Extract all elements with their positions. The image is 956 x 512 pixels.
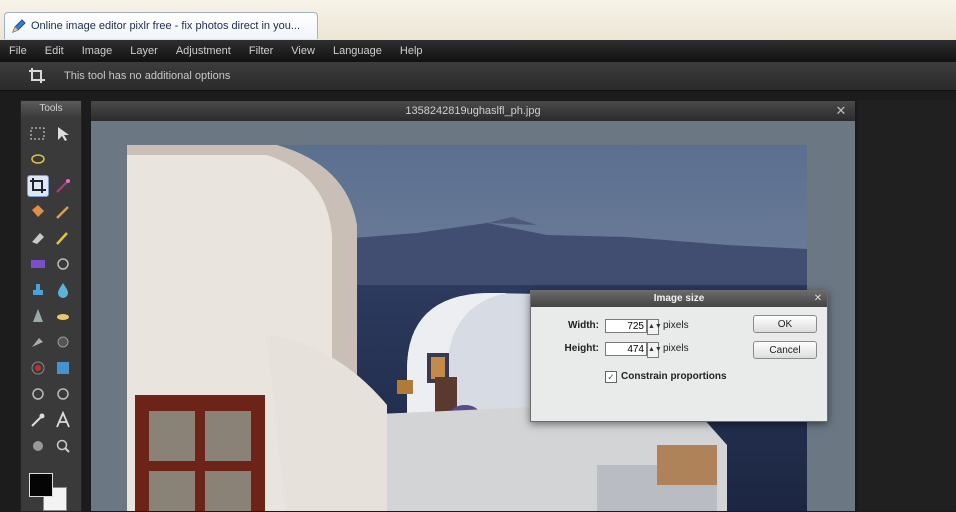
move-tool-icon[interactable] — [52, 123, 74, 145]
gradient-tool-icon[interactable] — [27, 253, 49, 275]
primary-color-swatch[interactable] — [29, 473, 53, 497]
brush-tool-icon[interactable] — [52, 201, 74, 223]
constrain-label: Constrain proportions — [621, 371, 727, 382]
ok-button[interactable]: OK — [753, 315, 817, 333]
menu-layer[interactable]: Layer — [121, 45, 167, 57]
smudge-tool-icon[interactable] — [52, 305, 74, 327]
sharpen-tool-icon[interactable] — [27, 305, 49, 327]
dodge-tool-icon[interactable] — [52, 331, 74, 353]
width-spinner[interactable]: ▲▼ — [647, 319, 662, 335]
menu-filter[interactable]: Filter — [240, 45, 282, 57]
height-label: Height: — [564, 343, 599, 354]
height-input[interactable] — [605, 342, 647, 356]
pencil-tool-icon[interactable] — [52, 227, 74, 249]
tool-options-text: This tool has no additional options — [64, 70, 231, 82]
spot-heal-tool-icon[interactable] — [52, 357, 74, 379]
menu-view[interactable]: View — [282, 45, 324, 57]
bucket-tool-icon[interactable] — [27, 201, 49, 223]
height-unit: pixels — [663, 343, 689, 354]
marquee-tool-icon[interactable] — [27, 123, 49, 145]
crop-icon — [29, 68, 45, 83]
cancel-button[interactable]: Cancel — [753, 341, 817, 359]
close-icon[interactable]: ✕ — [833, 103, 849, 119]
lasso-tool-icon[interactable] — [27, 149, 49, 171]
zoom-tool-icon[interactable] — [52, 435, 74, 457]
pencil-icon — [12, 19, 26, 33]
browser-tab[interactable]: Online image editor pixlr free - fix pho… — [4, 12, 318, 39]
menu-help[interactable]: Help — [391, 45, 432, 57]
browser-tab-title: Online image editor pixlr free - fix pho… — [31, 20, 301, 32]
shape-tool-icon[interactable] — [52, 253, 74, 275]
width-label: Width: — [567, 320, 599, 331]
image-size-dialog: Image size ✕ Width: ▲▼ pixels Height: ▲▼… — [530, 290, 828, 422]
tools-panel: Tools — [20, 100, 82, 512]
blur-tool-icon[interactable] — [52, 279, 74, 301]
menu-adjustment[interactable]: Adjustment — [167, 45, 240, 57]
right-panel — [858, 100, 956, 510]
redeye-tool-icon[interactable] — [27, 357, 49, 379]
menu-edit[interactable]: Edit — [36, 45, 73, 57]
wand-tool-icon[interactable] — [52, 175, 74, 197]
stamp-tool-icon[interactable] — [27, 279, 49, 301]
constrain-checkbox[interactable]: ✓ — [605, 371, 617, 383]
menu-language[interactable]: Language — [324, 45, 391, 57]
menu-bar: File Edit Image Layer Adjustment Filter … — [0, 40, 956, 62]
document-title: 1358242819ughaslfl_ph.jpg — [91, 101, 855, 121]
width-input[interactable] — [605, 319, 647, 333]
dialog-title: Image size — [531, 291, 827, 307]
crop-tool-icon[interactable] — [27, 175, 49, 197]
sponge-tool-icon[interactable] — [27, 331, 49, 353]
tools-panel-title: Tools — [21, 101, 81, 117]
pinch-tool-icon[interactable] — [52, 383, 74, 405]
menu-image[interactable]: Image — [73, 45, 122, 57]
width-unit: pixels — [663, 320, 689, 331]
browser-tab-bar: Online image editor pixlr free - fix pho… — [0, 0, 956, 41]
bloat-tool-icon[interactable] — [27, 383, 49, 405]
eraser-tool-icon[interactable] — [27, 227, 49, 249]
hand-tool-icon[interactable] — [27, 435, 49, 457]
tool-options-bar: This tool has no additional options — [0, 62, 956, 91]
dialog-close-icon[interactable]: ✕ — [812, 293, 824, 305]
menu-file[interactable]: File — [0, 45, 36, 57]
height-spinner[interactable]: ▲▼ — [647, 342, 662, 358]
type-tool-icon[interactable] — [52, 409, 74, 431]
color-picker-tool-icon[interactable] — [27, 409, 49, 431]
